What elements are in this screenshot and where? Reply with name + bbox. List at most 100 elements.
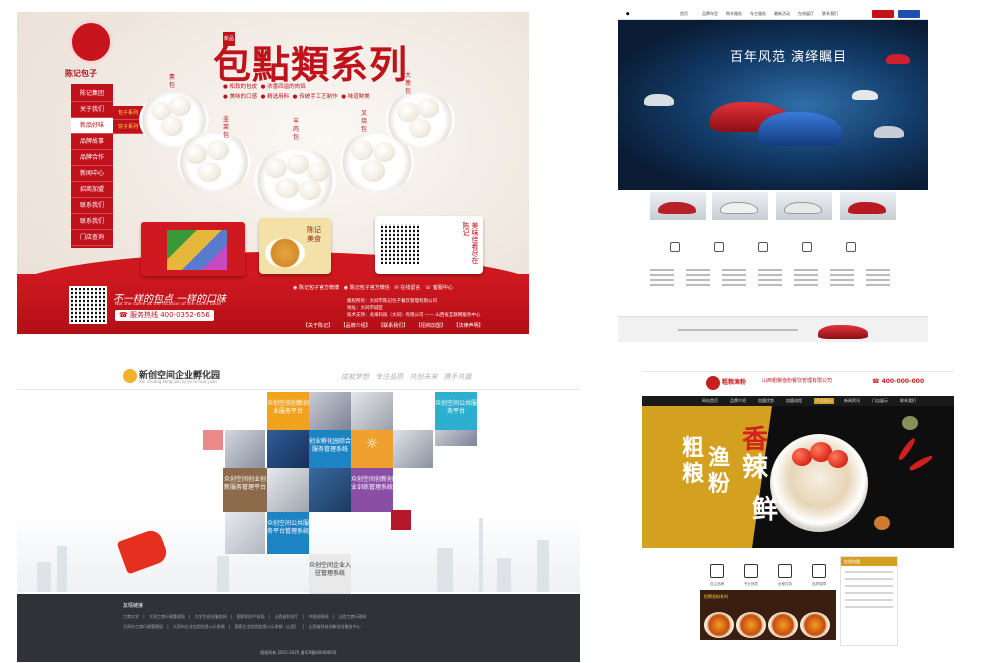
footer-link[interactable]: 山西工商行政网 xyxy=(338,614,366,619)
footer-link[interactable]: 国家知识产权局 xyxy=(237,614,265,619)
hero-char-red: 香 xyxy=(742,425,769,455)
side-nav-item[interactable]: 联系我们 xyxy=(71,214,113,230)
dish-image[interactable] xyxy=(800,612,830,638)
side-nav-item[interactable]: 品牌故事 xyxy=(71,134,113,150)
phone-number: ☎ 400-000-000 xyxy=(872,378,925,385)
side-nav-item[interactable]: 门店查询 xyxy=(71,230,113,246)
service-icon[interactable] xyxy=(714,242,724,252)
service-tile[interactable]: 众创空间创新创业训练管理系统 xyxy=(351,468,393,512)
service-tile[interactable]: 创业孵化园综合服务管理系统 xyxy=(309,430,351,468)
footer-link[interactable]: 【联系我们】 xyxy=(378,323,408,329)
nav-item[interactable]: 加盟流程 xyxy=(786,398,802,404)
photo-tile xyxy=(351,392,393,430)
sitemap-col xyxy=(650,266,680,289)
footer-link[interactable]: 山西省科技创新创业服务中心 xyxy=(309,624,361,629)
weibo-link[interactable]: 陈记包子官方微博 xyxy=(299,285,339,291)
photo-tile xyxy=(225,430,265,468)
nav-item[interactable]: 联系我们 xyxy=(822,11,838,17)
nav-item[interactable]: 网站首页 xyxy=(702,398,718,404)
footer-link[interactable]: 大学生创业服务网 xyxy=(195,614,227,619)
service-tile[interactable]: 众创空间创业创新服务管理平台 xyxy=(223,468,267,512)
nav-item[interactable]: 首页 xyxy=(680,11,688,17)
form-field[interactable] xyxy=(845,578,893,580)
model-thumb[interactable] xyxy=(712,192,768,220)
nav-item[interactable]: 车主服务 xyxy=(750,11,766,17)
dish-image[interactable] xyxy=(736,612,766,638)
side-nav-item[interactable]: 新品好味 xyxy=(71,118,113,134)
signup-form: 在线加盟 xyxy=(840,556,898,646)
form-title: 在线加盟 xyxy=(841,557,897,566)
nav-item[interactable]: 加盟优势 xyxy=(758,398,774,404)
nav-item[interactable]: 在线展厅 xyxy=(798,11,814,17)
photo-tile xyxy=(309,392,351,430)
side-nav-item[interactable]: 关于我们 xyxy=(71,102,113,118)
service-tile[interactable]: 众创空间创新创业服务平台 xyxy=(267,392,309,430)
phone-value: 400-000-000 xyxy=(881,378,925,385)
footer-link[interactable]: 工商大学 xyxy=(123,614,139,619)
form-field[interactable] xyxy=(845,606,893,608)
dish-image[interactable] xyxy=(704,612,734,638)
footer-link[interactable]: 大同市工商行政管理局 xyxy=(123,624,163,629)
form-field[interactable] xyxy=(845,599,893,601)
hero-banner: 粗 粮 渔 粉 香 辣 鲜 xyxy=(642,406,954,548)
footer-link[interactable]: 【法律声明】 xyxy=(453,323,483,329)
footer-link[interactable]: 大同市企业信用信息公示系统 xyxy=(173,624,225,629)
nav-item[interactable]: 联系我们 xyxy=(900,398,916,404)
qr-card[interactable]: 美味佳肴尽在陈记 xyxy=(375,216,483,274)
nav-item[interactable]: 品牌车型 xyxy=(702,11,718,17)
service-tile[interactable]: 众创空间公共服务平台 xyxy=(435,392,477,430)
qr-code-icon[interactable] xyxy=(846,242,856,252)
hero-char-red: 鲜 xyxy=(752,495,779,525)
footer-link[interactable]: 国家企业信用信息公示系统（山西） xyxy=(235,624,299,629)
model-thumb[interactable] xyxy=(776,192,832,220)
model-thumb[interactable] xyxy=(650,192,706,220)
side-nav-item[interactable]: 新闻中心 xyxy=(71,166,113,182)
nav-button-red[interactable] xyxy=(872,10,894,18)
form-field[interactable] xyxy=(845,585,893,587)
social-links: ◉ 陈记包子官方微博 ◉ 陈记包子官方微信 ✉ 在线留言 ☏ 客服中心 xyxy=(293,285,453,291)
nav-item[interactable]: 购车服务 xyxy=(726,11,742,17)
footer-link[interactable]: 山西省科技厅 xyxy=(275,614,299,619)
model-thumb[interactable] xyxy=(840,192,896,220)
brand-logo[interactable] xyxy=(69,20,113,64)
store-map-card[interactable] xyxy=(141,222,245,276)
service-tile[interactable]: 众创空间公共服务平台管理系统 xyxy=(267,512,309,554)
form-field[interactable] xyxy=(845,571,893,573)
brand-logo-icon[interactable] xyxy=(706,376,720,390)
phoenix-icon[interactable]: ☼ xyxy=(351,430,393,468)
nav-item[interactable]: 最新活动 xyxy=(774,11,790,17)
side-nav-item[interactable]: 招商加盟 xyxy=(71,182,113,198)
message-link[interactable]: 在线留言 xyxy=(400,285,420,291)
hotline[interactable]: ☎ 服务热线 400-0352-656 xyxy=(115,310,214,321)
nav-item[interactable]: 门店展示 xyxy=(872,398,888,404)
footer-link[interactable]: 中国创投网 xyxy=(308,614,328,619)
side-nav-item[interactable]: 联系我们 xyxy=(71,198,113,214)
wechat-link[interactable]: 陈记包子官方微信 xyxy=(350,285,390,291)
footer-link[interactable]: 大同工商行政管理局 xyxy=(149,614,185,619)
service-tile[interactable]: 众创空间企业入驻管理系统 xyxy=(309,554,351,594)
footer-link[interactable]: 【招商加盟】 xyxy=(416,323,446,329)
small-car xyxy=(852,90,878,100)
qr-code-icon[interactable] xyxy=(802,242,812,252)
form-field[interactable] xyxy=(845,592,893,594)
nav-item-active[interactable]: 产品展示 xyxy=(814,398,834,404)
bun xyxy=(169,96,191,116)
footer-links: 【关于陈记】 【品牌介绍】 【联系我们】 【招商加盟】 【法律声明】 xyxy=(303,322,483,329)
service-icon[interactable] xyxy=(670,242,680,252)
footer-link[interactable]: 【品牌介绍】 xyxy=(341,323,371,329)
dish-image[interactable] xyxy=(768,612,798,638)
side-nav-item[interactable]: 陈记集团 xyxy=(71,86,113,102)
side-nav-item[interactable]: 品牌合作 xyxy=(71,150,113,166)
brand-logo-icon[interactable]: ⬟ xyxy=(626,11,629,16)
nav-item[interactable]: 品牌介绍 xyxy=(730,398,746,404)
hero-char: 渔 xyxy=(708,445,731,471)
garnish xyxy=(902,416,918,430)
service-link[interactable]: 客服中心 xyxy=(433,285,453,291)
nav-button-blue[interactable] xyxy=(898,10,920,18)
nav-item[interactable]: 新闻资讯 xyxy=(844,398,860,404)
food-card[interactable]: 陈记美食 xyxy=(259,218,331,274)
food-caption: 陈记美食 xyxy=(307,226,321,243)
qr-code-icon[interactable] xyxy=(758,242,768,252)
footer-link[interactable]: 【关于陈记】 xyxy=(303,323,333,329)
sun-logo-icon[interactable] xyxy=(123,369,137,383)
